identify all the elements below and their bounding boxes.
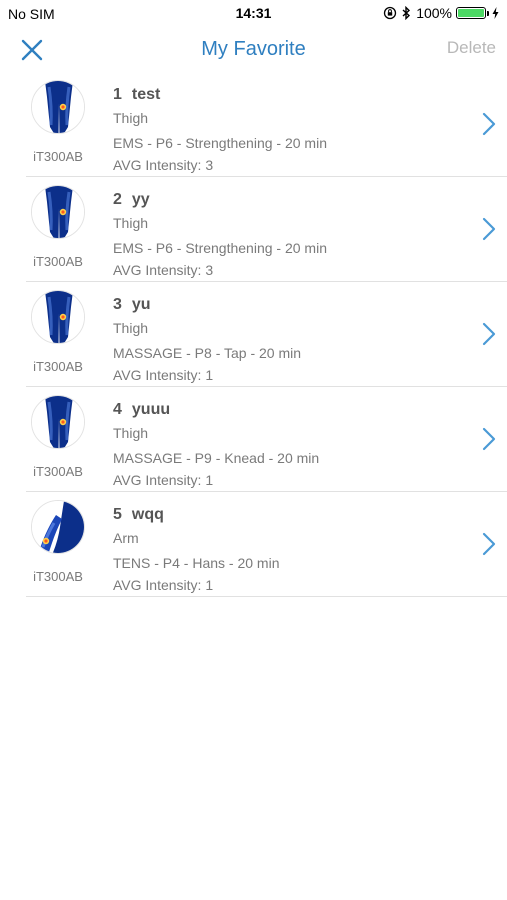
favorite-title: 1 test [113,86,160,104]
body-part-label: Thigh [113,215,149,231]
favorite-row[interactable]: iT300AB 1 test Thigh EMS - P6 - Strengthe… [26,72,507,177]
program-label: MASSAGE - P9 - Knead - 20 min [113,450,320,466]
favorite-row[interactable]: iT300AB 5 wqq Arm TENS - P4 - Hans - 20 m… [26,492,507,597]
thigh-image [31,80,85,134]
intensity-label: AVG Intensity: 3 [113,262,214,278]
favorite-name: yuuu [131,401,171,418]
program-label: MASSAGE - P8 - Tap - 20 min [113,345,302,361]
favorite-row[interactable]: iT300AB 3 yu Thigh MASSAGE - P8 - Tap - 2… [26,282,507,387]
program-label: EMS - P6 - Strengthening - 20 min [113,135,327,151]
favorite-name: wqq [131,506,164,523]
chevron-right-icon[interactable] [482,427,496,451]
favorite-name: yy [131,191,150,208]
arm-image [31,500,85,554]
status-bar: No SIM 14:31 100% [0,0,507,28]
program-label: TENS - P4 - Hans - 20 min [113,555,280,571]
intensity-label: AVG Intensity: 1 [113,367,214,383]
body-part-label: Arm [113,530,139,546]
bluetooth-icon [402,6,411,20]
favorite-row[interactable]: iT300AB 4 yuuu Thigh MASSAGE - P9 - Knead… [26,387,507,492]
favorite-index: 5 [113,506,122,523]
thigh-image [31,185,85,239]
favorite-title: 4 yuuu [113,401,170,419]
favorite-index: 4 [113,401,122,418]
favorites-list: iT300AB 1 test Thigh EMS - P6 - Strengthe… [26,72,507,597]
battery-percent: 100% [416,5,452,21]
favorite-title: 2 yy [113,191,150,209]
navigation-bar: My Favorite Delete [0,28,507,72]
body-part-label: Thigh [113,110,149,126]
chevron-right-icon[interactable] [482,532,496,556]
intensity-label: AVG Intensity: 1 [113,577,214,593]
device-label: iT300AB [33,569,83,584]
delete-button[interactable]: Delete [447,38,496,58]
favorite-title: 5 wqq [113,506,164,524]
body-part-label: Thigh [113,425,149,441]
device-label: iT300AB [33,464,83,479]
chevron-right-icon[interactable] [482,217,496,241]
device-label: iT300AB [33,254,83,269]
chevron-right-icon[interactable] [482,322,496,346]
favorite-row[interactable]: iT300AB 2 yy Thigh EMS - P6 - Strengtheni… [26,177,507,282]
thigh-image [31,395,85,449]
charging-icon [492,7,499,19]
body-part-label: Thigh [113,320,149,336]
program-label: EMS - P6 - Strengthening - 20 min [113,240,327,256]
device-label: iT300AB [33,149,83,164]
favorite-index: 2 [113,191,122,208]
favorite-title: 3 yu [113,296,151,314]
intensity-label: AVG Intensity: 1 [113,472,214,488]
status-indicators: 100% [383,5,499,21]
favorite-name: yu [131,296,151,313]
device-label: iT300AB [33,359,83,374]
page-title: My Favorite [201,38,306,60]
chevron-right-icon[interactable] [482,112,496,136]
favorite-index: 3 [113,296,122,313]
thigh-image [31,290,85,344]
favorite-name: test [131,86,161,103]
battery-icon [456,7,489,19]
intensity-label: AVG Intensity: 3 [113,157,214,173]
orientation-lock-icon [383,6,397,20]
favorite-index: 1 [113,86,122,103]
